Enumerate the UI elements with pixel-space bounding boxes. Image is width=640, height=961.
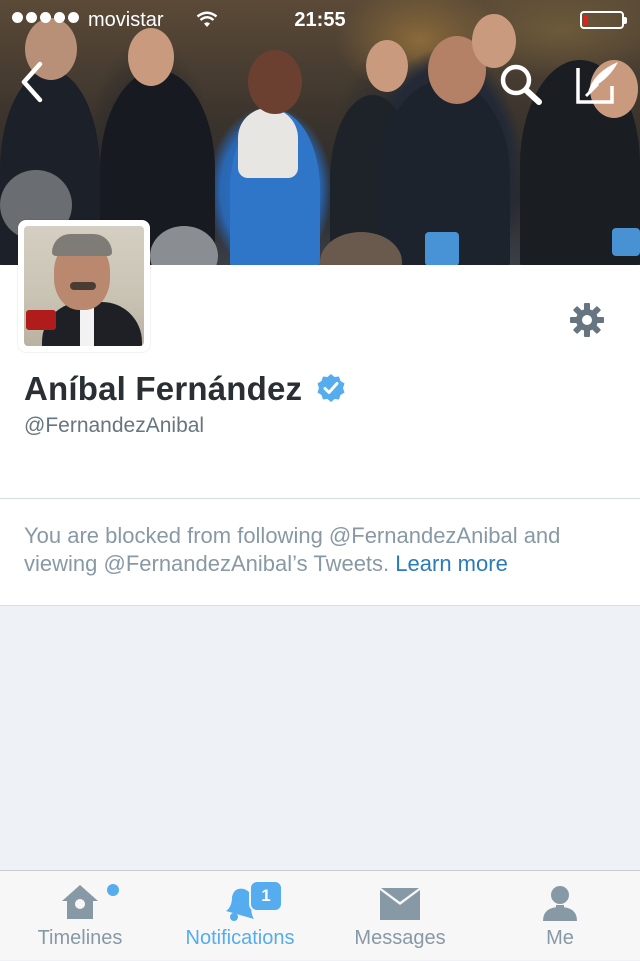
avatar-mustache [70,282,96,290]
search-icon [500,64,542,105]
chevron-left-icon [21,61,43,103]
photo-phone-screen [425,232,459,265]
avatar-frame[interactable] [18,220,150,352]
compose-tweet-button[interactable] [574,58,622,111]
person-icon [540,883,580,928]
clock: 21:55 [294,9,346,31]
gear-icon [570,303,604,337]
avatar-hair [52,234,112,256]
home-icon [60,883,100,926]
tab-label: Notifications [185,927,295,949]
photo-figure [238,108,298,178]
profile-handle: @FernandezAnibal [24,414,205,437]
photo-face [248,50,302,114]
tab-label: Me [546,927,574,949]
battery-level [584,15,588,25]
avatar-microphone [26,310,56,330]
avatar-shirt [80,308,94,346]
tab-bar: Timelines Notifications Messages Me [0,870,640,960]
back-button[interactable] [18,60,46,109]
tab-notifications[interactable]: Notifications [160,871,320,961]
notifications-badge: 1 [249,880,283,912]
battery-icon [580,11,627,29]
tab-label: Messages [354,927,446,949]
blocked-notice: You are blocked from following @Fernande… [0,499,640,606]
compose-tweet-icon [576,62,618,104]
tab-messages[interactable]: Messages [320,871,480,961]
search-button[interactable] [498,62,544,111]
profile-name: Aníbal Fernández [24,370,303,407]
photo-face [366,40,408,92]
status-bar: movistar 21:55 [0,0,640,40]
settings-button[interactable] [569,302,605,343]
timelines-new-dot [107,884,119,896]
envelope-icon [379,887,421,926]
photo-phone-screen [612,228,640,256]
learn-more-link[interactable]: Learn more [395,551,508,576]
blocked-notice-text: You are blocked from following @Fernande… [24,522,624,578]
tab-label: Timelines [37,927,123,949]
tab-me[interactable]: Me [480,871,640,961]
profile-name-row: Aníbal Fernández [24,370,346,408]
avatar [24,226,144,346]
verified-badge-icon [316,373,346,408]
tab-timelines[interactable]: Timelines [0,871,160,961]
